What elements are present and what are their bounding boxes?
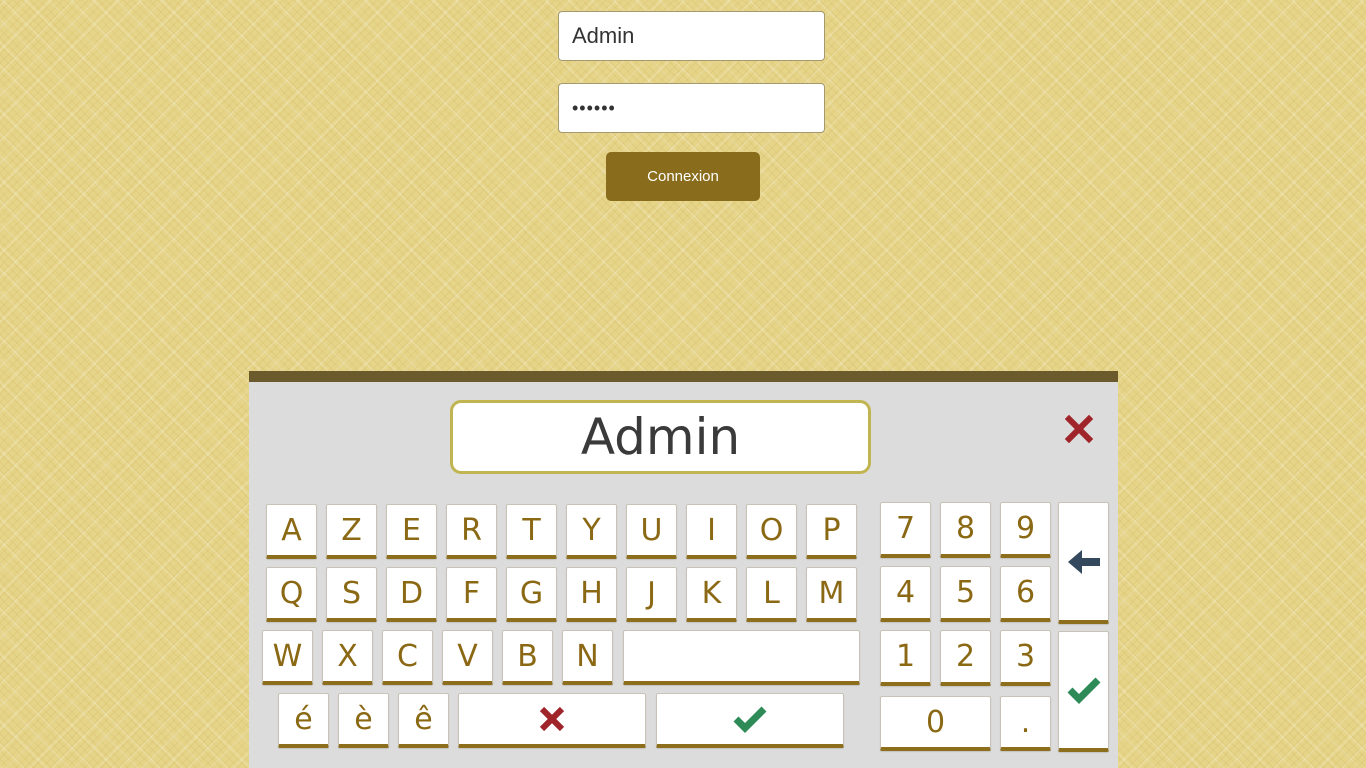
key-c[interactable]: C [382, 630, 433, 685]
numpad-8[interactable]: 8 [940, 502, 991, 558]
key-r[interactable]: R [446, 504, 497, 559]
confirm-button[interactable] [656, 693, 844, 748]
key-s[interactable]: S [326, 567, 377, 622]
numpad-9[interactable]: 9 [1000, 502, 1051, 558]
keyboard-display: Admin [450, 400, 871, 474]
backspace-arrow-icon [1067, 549, 1100, 574]
key-o[interactable]: O [746, 504, 797, 559]
key-e[interactable]: E [386, 504, 437, 559]
key-q[interactable]: Q [266, 567, 317, 622]
virtual-keyboard: Admin AZERTYUIOP QSDFGHJKLM WXCVBNéèê 789 45… [249, 371, 1118, 768]
enter-checkmark-icon [1067, 677, 1100, 704]
key-z[interactable]: Z [326, 504, 377, 559]
numpad-0[interactable]: 0 [880, 696, 991, 751]
key-m[interactable]: M [806, 567, 857, 622]
numpad-2[interactable]: 2 [940, 630, 991, 686]
connexion-button[interactable]: Connexion [606, 152, 760, 201]
key-accent-0[interactable]: é [278, 693, 329, 748]
key-accent-2[interactable]: ê [398, 693, 449, 748]
password-input[interactable]: •••••• [558, 83, 825, 133]
numpad-3[interactable]: 3 [1000, 630, 1051, 686]
key-a[interactable]: A [266, 504, 317, 559]
key-d[interactable]: D [386, 567, 437, 622]
backspace-key[interactable] [1058, 502, 1109, 624]
key-i[interactable]: I [686, 504, 737, 559]
close-x-icon [1065, 415, 1093, 443]
key-w[interactable]: W [262, 630, 313, 685]
cancel-button[interactable] [458, 693, 646, 748]
numpad-6[interactable]: 6 [1000, 566, 1051, 622]
close-keyboard-button[interactable] [1062, 412, 1096, 446]
numpad-dot[interactable]: . [1000, 696, 1051, 751]
key-accent-1[interactable]: è [338, 693, 389, 748]
numpad-4[interactable]: 4 [880, 566, 931, 622]
space-key[interactable] [623, 630, 860, 685]
key-v[interactable]: V [442, 630, 493, 685]
key-y[interactable]: Y [566, 504, 617, 559]
key-f[interactable]: F [446, 567, 497, 622]
key-x[interactable]: X [322, 630, 373, 685]
numpad-7[interactable]: 7 [880, 502, 931, 558]
enter-key[interactable] [1058, 631, 1109, 752]
key-n[interactable]: N [562, 630, 613, 685]
numpad-1[interactable]: 1 [880, 630, 931, 686]
key-h[interactable]: H [566, 567, 617, 622]
key-l[interactable]: L [746, 567, 797, 622]
numpad-5[interactable]: 5 [940, 566, 991, 622]
key-k[interactable]: K [686, 567, 737, 622]
key-b[interactable]: B [502, 630, 553, 685]
cancel-x-icon [539, 706, 565, 732]
key-p[interactable]: P [806, 504, 857, 559]
key-u[interactable]: U [626, 504, 677, 559]
username-input[interactable]: Admin [558, 11, 825, 61]
checkmark-icon [733, 706, 767, 733]
key-t[interactable]: T [506, 504, 557, 559]
key-g[interactable]: G [506, 567, 557, 622]
key-j[interactable]: J [626, 567, 677, 622]
